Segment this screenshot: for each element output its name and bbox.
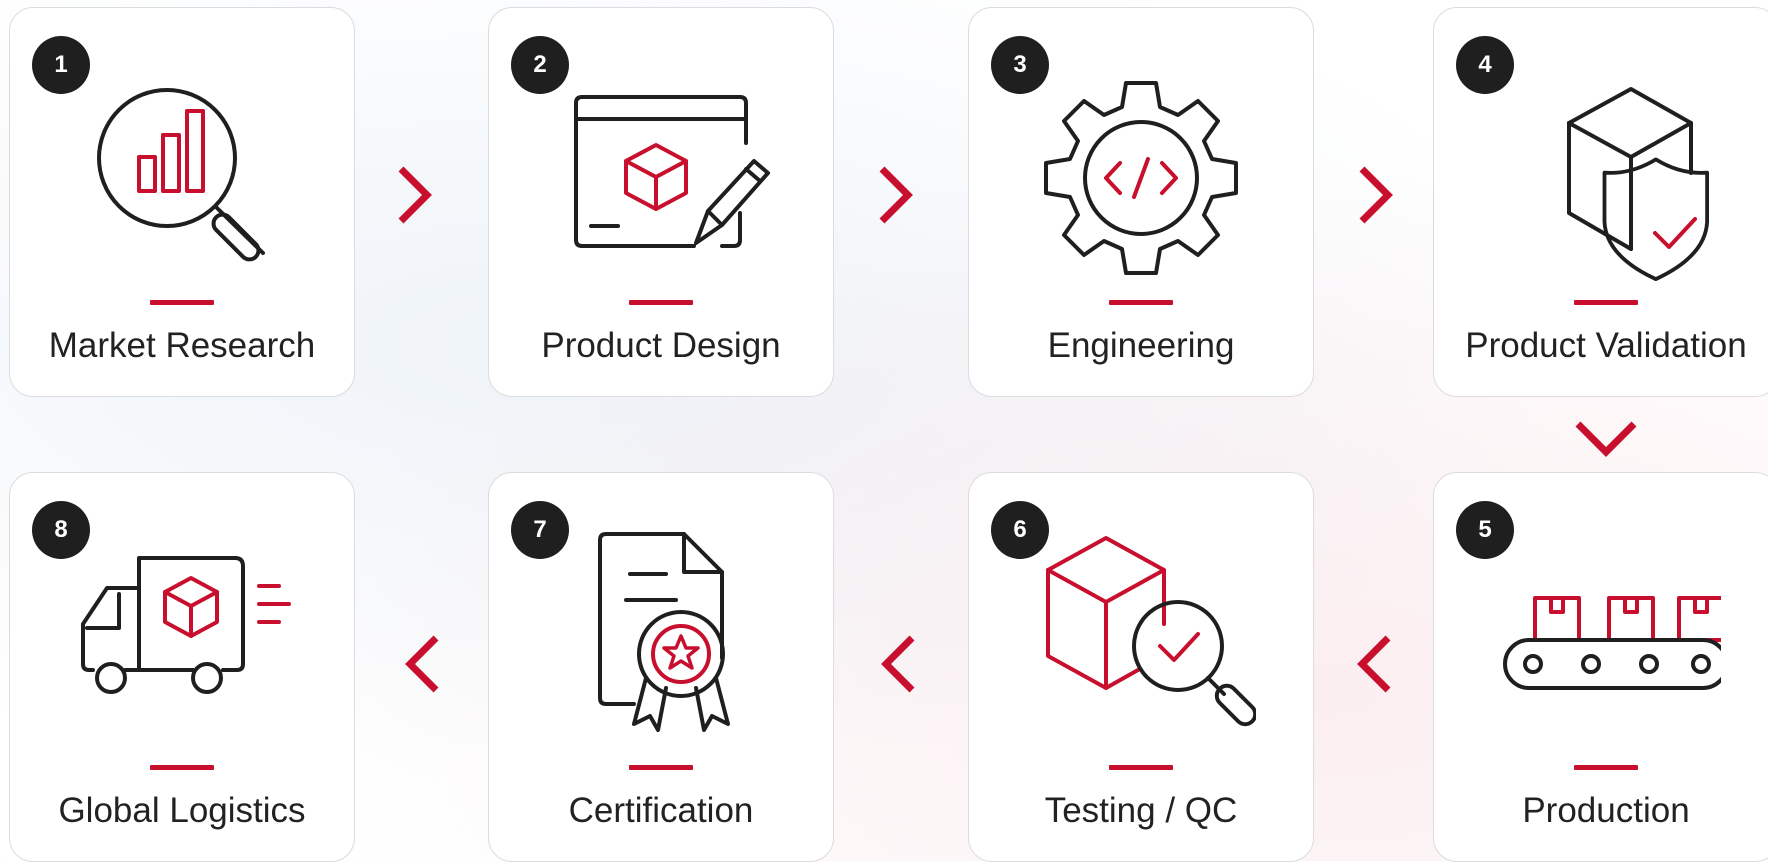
box-magnifier-check-icon [1026,528,1258,758]
document-award-icon [546,528,776,758]
delivery-truck-icon [67,528,297,758]
chevron-left-icon [878,632,918,696]
step-label: Testing / QC [1044,791,1238,830]
step-card-2: 2 Product Design [488,7,834,397]
chevron-right-icon [876,163,916,227]
step-label: Global Logistics [58,791,306,830]
step-card-5: 5 Production [1433,472,1768,862]
design-window-pencil-icon [546,63,776,293]
step-card-7: 7 Certification [488,472,834,862]
step-card-4: 4 Product Validation [1433,7,1768,397]
chevron-down-icon [1574,418,1638,458]
step-card-8: 8 Global Logistics [9,472,355,862]
step-card-3: 3 Engineering [968,7,1314,397]
step-label: Certification [568,791,754,830]
accent-divider [1574,765,1638,770]
step-label: Engineering [1047,326,1235,365]
chevron-left-icon [402,632,442,696]
chevron-left-icon [1354,632,1394,696]
magnifier-chart-icon [67,63,297,293]
box-shield-check-icon [1491,63,1721,293]
gear-code-icon [1026,63,1256,293]
accent-divider [150,765,214,770]
step-label: Production [1522,791,1690,830]
conveyor-belt-icon [1491,528,1729,758]
accent-divider [1109,765,1173,770]
step-label: Market Research [48,326,316,365]
accent-divider [629,765,693,770]
accent-divider [150,300,214,305]
accent-divider [1109,300,1173,305]
step-card-1: 1 Market Research [9,7,355,397]
step-label: Product Validation [1465,326,1747,365]
chevron-right-icon [395,163,435,227]
step-card-6: 6 Testing / QC [968,472,1314,862]
accent-divider [1574,300,1638,305]
step-label: Product Design [541,326,781,365]
chevron-right-icon [1356,163,1396,227]
accent-divider [629,300,693,305]
